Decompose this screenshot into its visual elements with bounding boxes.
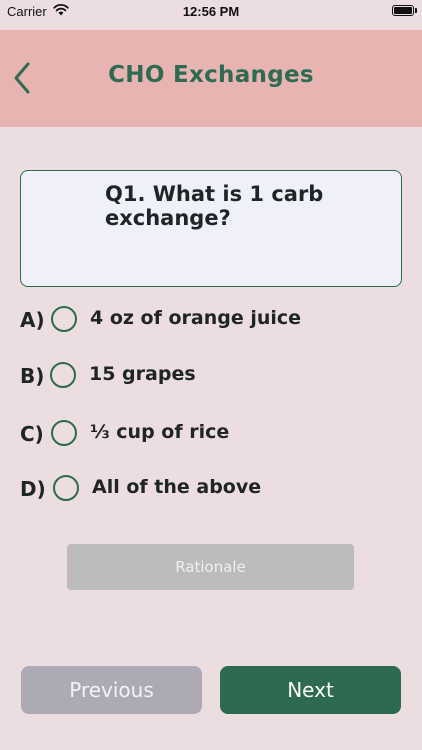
option-label: 4 oz of orange juice (90, 307, 302, 329)
status-bar: Carrier 12:56 PM (0, 0, 422, 28)
nav-bar: CHO Exchanges (0, 30, 422, 127)
option-d[interactable]: D) All of the above (20, 473, 400, 505)
question-card: Q1. What is 1 carb exchange? (20, 170, 402, 287)
radio-button[interactable] (51, 420, 77, 446)
option-label: 15 grapes (89, 363, 196, 385)
option-letter: C) (20, 422, 44, 446)
option-b[interactable]: B) 15 grapes (20, 360, 400, 392)
question-text: Q1. What is 1 carb exchange? (105, 182, 324, 230)
radio-button[interactable] (51, 306, 77, 332)
battery-tip (415, 8, 417, 13)
battery-icon (392, 5, 414, 16)
page-title: CHO Exchanges (108, 62, 314, 88)
previous-button[interactable]: Previous (21, 666, 202, 714)
option-letter: B) (20, 364, 45, 388)
radio-button[interactable] (53, 475, 79, 501)
option-label: ⅓ cup of rice (90, 421, 230, 443)
option-a[interactable]: A) 4 oz of orange juice (20, 304, 400, 336)
next-button[interactable]: Next (220, 666, 401, 714)
radio-button[interactable] (50, 362, 76, 388)
option-c[interactable]: C) ⅓ cup of rice (20, 418, 400, 450)
rationale-button[interactable]: Rationale (67, 544, 354, 590)
option-letter: A) (20, 308, 45, 332)
option-label: All of the above (92, 476, 262, 498)
option-letter: D) (20, 477, 46, 501)
status-time: 12:56 PM (182, 4, 240, 19)
